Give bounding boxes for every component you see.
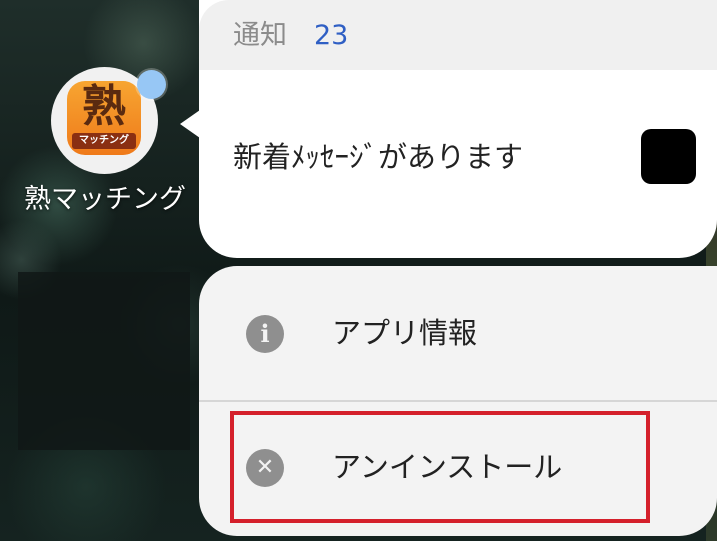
menu-item-label: アンインストール <box>332 450 563 484</box>
popup-pointer <box>180 110 200 138</box>
app-shortcut-menu: i アプリ情報 ✕ アンインストール <box>199 266 717 536</box>
menu-item-app-info[interactable]: i アプリ情報 <box>199 266 717 400</box>
menu-item-label: アプリ情報 <box>332 316 478 350</box>
info-icon: i <box>246 315 284 353</box>
notification-count: 23 <box>314 20 349 51</box>
app-icon-kanji: 熟 <box>82 81 126 132</box>
notification-thumbnail <box>641 129 696 184</box>
menu-item-uninstall[interactable]: ✕ アンインストール <box>199 402 717 536</box>
notification-title: 通知 <box>233 20 287 51</box>
app-icon-image: 熟 マッチング <box>67 81 141 155</box>
app-label: 熟マッチング <box>24 184 186 215</box>
notification-header: 通知 23 <box>199 0 717 70</box>
notification-message[interactable]: 新着ﾒｯｾｰｼﾞがあります <box>233 138 523 176</box>
notification-card[interactable]: 通知 23 新着ﾒｯｾｰｼﾞがあります <box>199 0 717 258</box>
notification-dot-badge <box>137 70 166 99</box>
app-icon-tag: マッチング <box>72 133 136 149</box>
wallpaper-shadow <box>18 272 190 450</box>
close-circle-icon: ✕ <box>246 449 284 487</box>
